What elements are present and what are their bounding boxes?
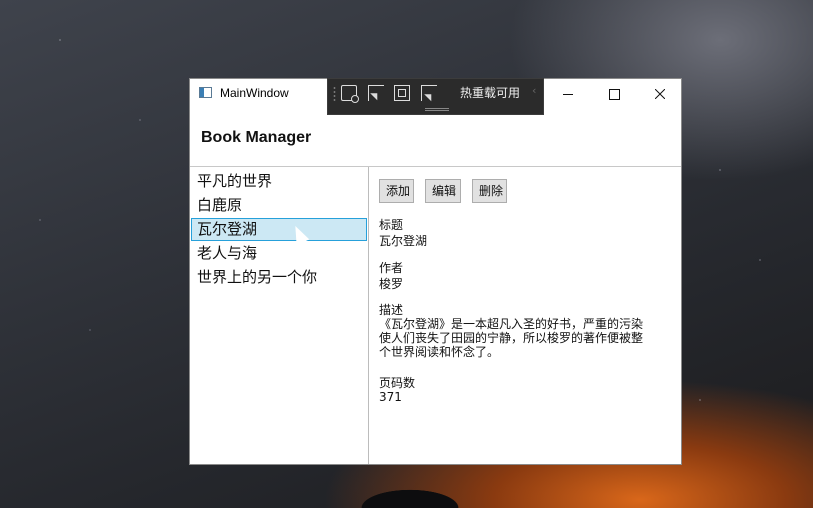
minimize-icon (563, 93, 573, 95)
description-value: 《瓦尔登湖》是一本超凡入圣的好书，严重的污染使人们丧失了田园的宁静，所以梭罗的著… (379, 317, 644, 359)
list-item-label: 平凡的世界 (197, 172, 273, 190)
title-value: 瓦尔登湖 (379, 234, 428, 248)
minimize-button[interactable] (545, 79, 591, 109)
select-element-icon[interactable] (368, 85, 384, 101)
list-item[interactable]: 白鹿原 (191, 194, 367, 217)
description-label: 描述 (379, 303, 404, 317)
collapse-chevron-icon[interactable]: ‹ (532, 84, 536, 97)
author-label: 作者 (379, 261, 404, 275)
track-focused-element-icon[interactable] (421, 85, 437, 101)
list-item[interactable]: 世界上的另一个你 (191, 266, 367, 289)
list-item[interactable]: 平凡的世界 (191, 170, 367, 193)
page-title: Book Manager (201, 129, 312, 146)
display-layout-adorners-icon[interactable] (394, 85, 410, 101)
hot-reload-status: 热重载可用 (460, 86, 521, 100)
list-item-label: 瓦尔登湖 (197, 220, 258, 238)
pages-label: 页码数 (379, 376, 416, 390)
author-value: 梭罗 (379, 277, 404, 291)
maximize-icon (608, 88, 620, 100)
list-item[interactable]: 老人与海 (191, 242, 367, 265)
live-visual-tree-icon[interactable] (341, 85, 359, 103)
main-window: MainWindow Book Manager 平凡的世界 白鹿原 瓦尔登湖 老… (189, 78, 682, 465)
app-icon (199, 87, 212, 98)
maximize-button[interactable] (591, 79, 637, 109)
add-button[interactable]: 添加 (379, 179, 414, 203)
app-header: Book Manager (190, 109, 681, 167)
title-label: 标题 (379, 218, 404, 232)
close-icon (655, 89, 665, 99)
window-title: MainWindow (220, 86, 289, 100)
edit-button[interactable]: 编辑 (425, 179, 461, 203)
list-item-selected[interactable]: 瓦尔登湖 (191, 218, 367, 241)
pages-value: 371 (379, 390, 402, 404)
list-item-label: 老人与海 (197, 244, 258, 262)
tree-silhouette (330, 462, 490, 508)
toolbar-handle-icon[interactable] (425, 108, 449, 111)
list-item-label: 世界上的另一个你 (197, 268, 318, 286)
hot-reload-toolbar: 热重载可用 ‹ (327, 78, 544, 115)
list-item-label: 白鹿原 (197, 196, 243, 214)
delete-button[interactable]: 删除 (472, 179, 507, 203)
close-button[interactable] (637, 79, 683, 109)
book-list[interactable]: 平凡的世界 白鹿原 瓦尔登湖 老人与海 世界上的另一个你 (190, 167, 369, 464)
drag-grip-icon[interactable] (333, 86, 336, 102)
